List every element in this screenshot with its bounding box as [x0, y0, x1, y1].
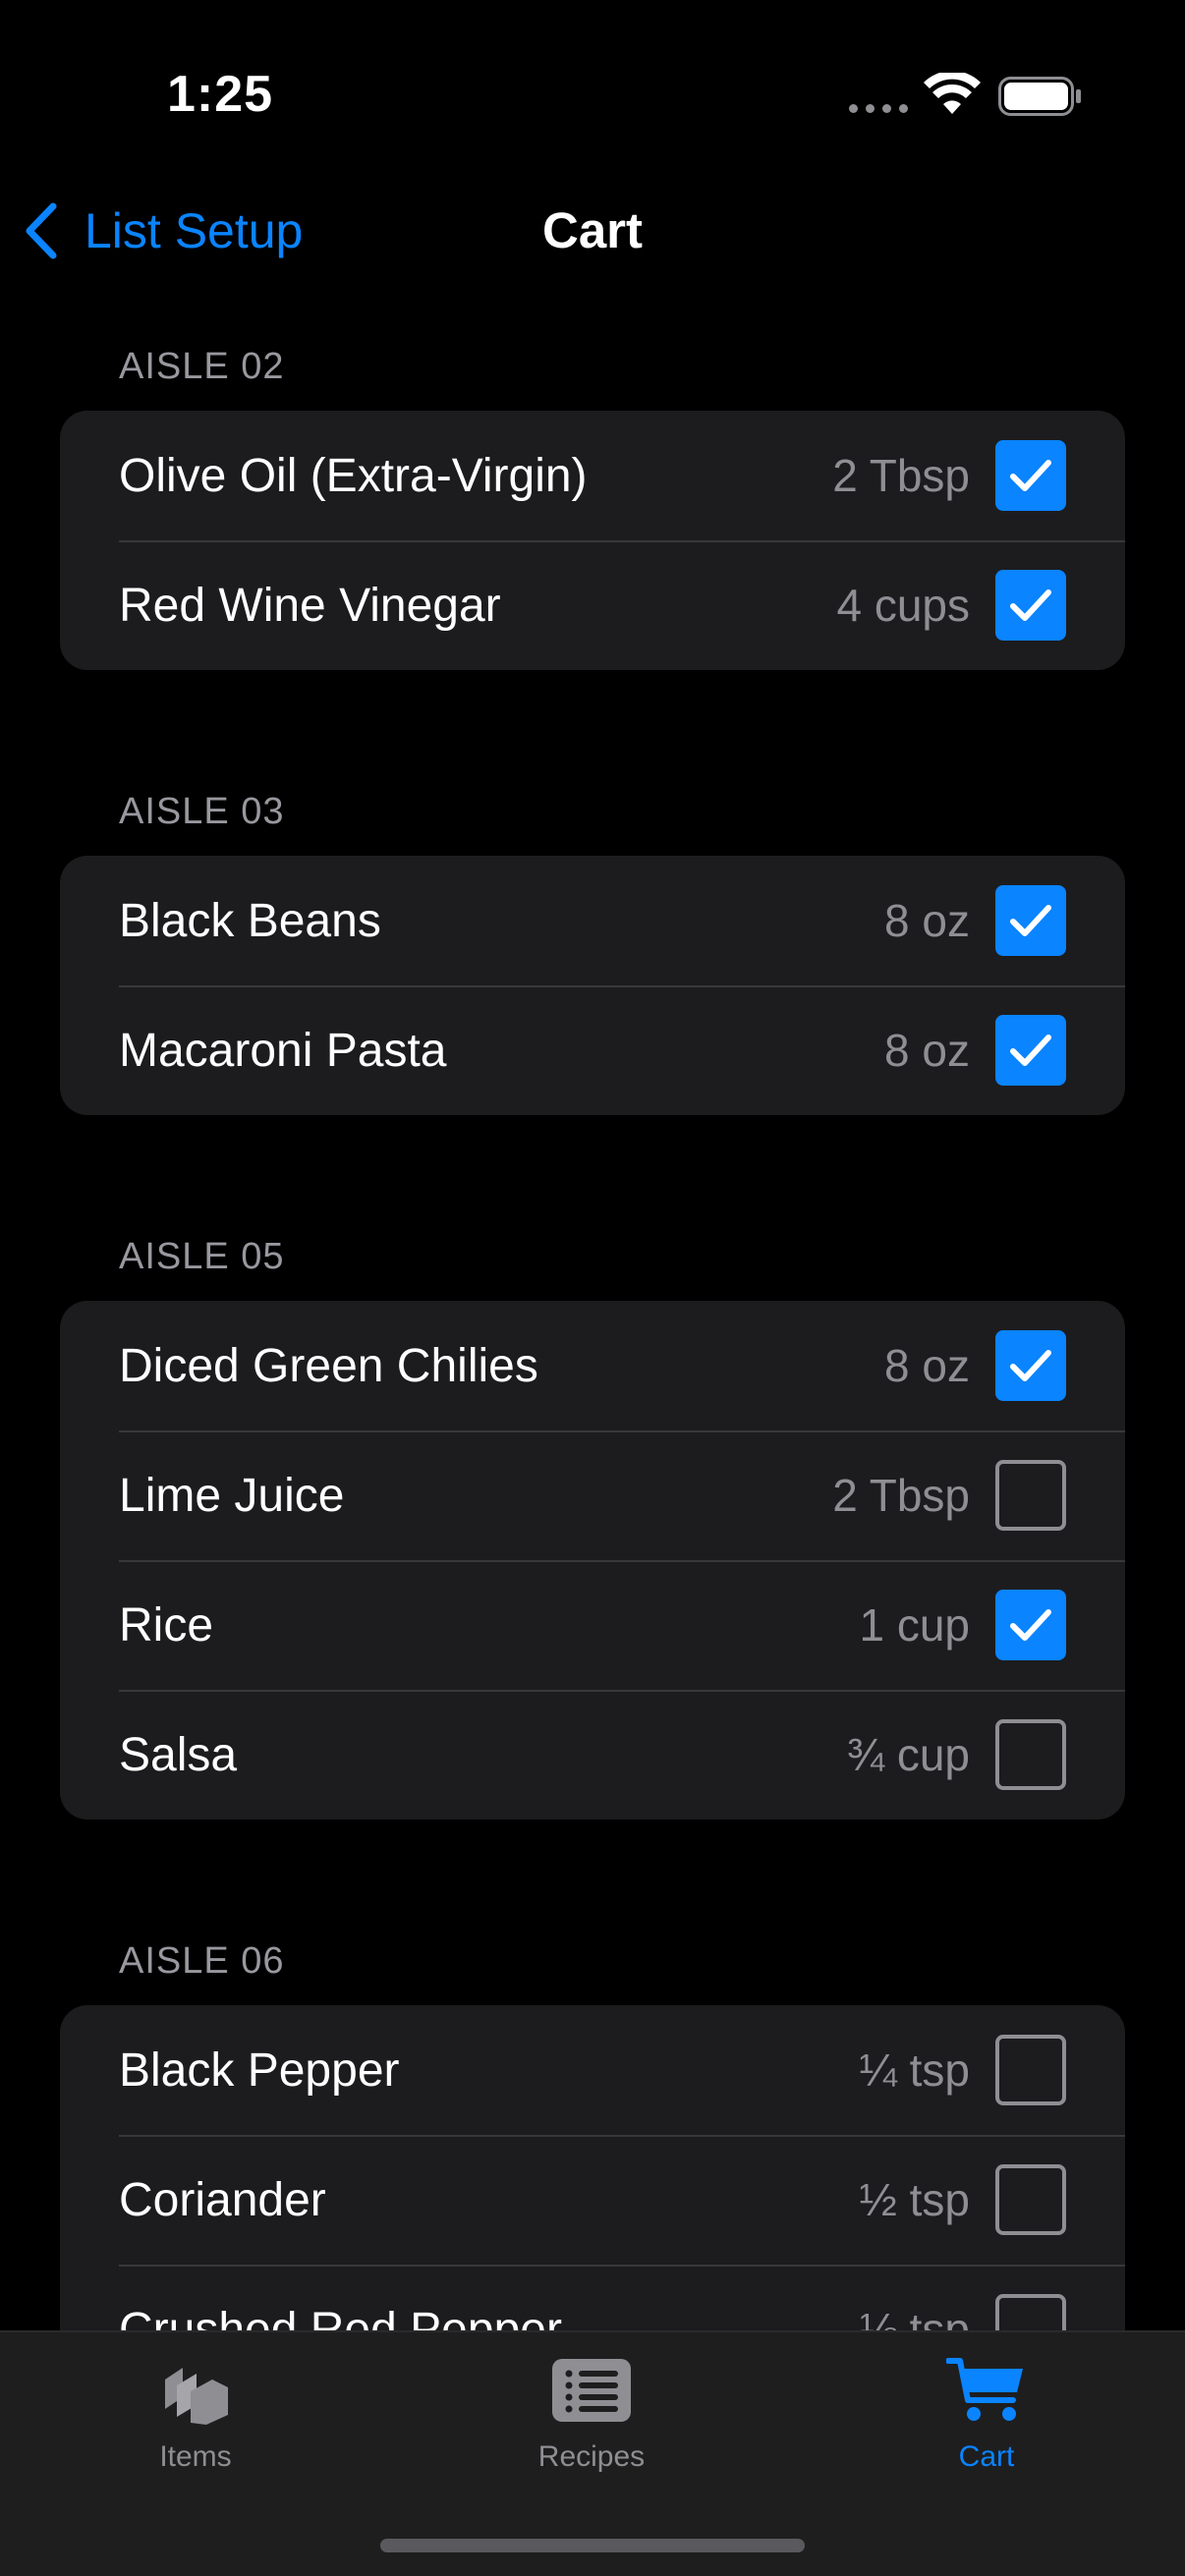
tab-recipes[interactable]: Recipes [474, 2350, 709, 2474]
item-quantity: 4 cups [836, 580, 970, 631]
checkbox[interactable] [995, 1460, 1066, 1531]
aisle-section: AISLE 03 Black Beans 8 oz Macaroni Pasta… [0, 769, 1185, 1115]
status-time: 1:25 [167, 66, 274, 123]
item-quantity: ¼ tsp [859, 2044, 970, 2096]
checkmark-icon [1010, 1350, 1051, 1381]
checkbox[interactable] [995, 1590, 1066, 1660]
checkmark-icon [1010, 460, 1051, 491]
list-item[interactable]: Macaroni Pasta 8 oz [60, 985, 1125, 1115]
item-quantity: ¾ cup [846, 1729, 970, 1780]
checkbox[interactable] [995, 1719, 1066, 1790]
tab-label: Cart [958, 2440, 1015, 2473]
item-name: Salsa [119, 1728, 238, 1781]
section-header: AISLE 03 [119, 791, 285, 832]
checkbox[interactable] [995, 2035, 1066, 2105]
tab-label: Items [159, 2440, 232, 2473]
status-bar: 1:25 [0, 0, 1185, 187]
checkbox[interactable] [995, 885, 1066, 956]
list-item[interactable]: Red Wine Vinegar 4 cups [60, 540, 1125, 670]
list-icon [552, 2359, 631, 2422]
item-name: Coriander [119, 2173, 326, 2226]
aisle-section: AISLE 06 Black Pepper ¼ tsp Coriander ½ … [0, 1919, 1185, 2394]
section-header: AISLE 05 [119, 1236, 285, 1277]
item-quantity: 8 oz [884, 895, 970, 946]
section-header: AISLE 02 [119, 346, 285, 387]
page-title: Cart [541, 202, 644, 258]
item-group: Olive Oil (Extra-Virgin) 2 Tbsp Red Wine… [60, 411, 1125, 670]
aisle-section: AISLE 05 Diced Green Chilies 8 oz Lime J… [0, 1214, 1185, 1820]
list-item[interactable]: Black Pepper ¼ tsp [60, 2005, 1125, 2135]
stack-icon [165, 2368, 228, 2425]
tab-label: Recipes [537, 2440, 646, 2473]
item-name: Macaroni Pasta [119, 1024, 447, 1077]
checkbox[interactable] [995, 1330, 1066, 1401]
checkmark-icon [1010, 1609, 1051, 1641]
list-item[interactable]: Olive Oil (Extra-Virgin) 2 Tbsp [60, 411, 1125, 540]
item-group: Black Beans 8 oz Macaroni Pasta 8 oz [60, 856, 1125, 1115]
home-indicator [380, 2539, 805, 2552]
item-name: Black Beans [119, 894, 381, 947]
list-item[interactable]: Salsa ¾ cup [60, 1690, 1125, 1820]
item-quantity: 2 Tbsp [832, 450, 970, 501]
list-item[interactable]: Black Beans 8 oz [60, 856, 1125, 985]
item-name: Rice [119, 1598, 214, 1652]
checkbox[interactable] [995, 1015, 1066, 1086]
cart-list[interactable]: AISLE 02 Olive Oil (Extra-Virgin) 2 Tbsp… [0, 324, 1185, 2394]
cart-icon [946, 2358, 1023, 2421]
battery-icon [998, 77, 1081, 116]
item-name: Lime Juice [119, 1469, 345, 1522]
item-quantity: ½ tsp [859, 2174, 970, 2225]
checkmark-icon [1010, 1035, 1051, 1066]
tab-cart[interactable]: Cart [869, 2350, 1104, 2474]
item-name: Diced Green Chilies [119, 1339, 538, 1392]
item-group: Diced Green Chilies 8 oz Lime Juice 2 Tb… [60, 1301, 1125, 1820]
checkbox[interactable] [995, 570, 1066, 641]
checkbox[interactable] [995, 2164, 1066, 2235]
item-name: Black Pepper [119, 2044, 400, 2097]
aisle-section: AISLE 02 Olive Oil (Extra-Virgin) 2 Tbsp… [0, 324, 1185, 670]
item-quantity: 1 cup [859, 1599, 970, 1651]
list-item[interactable]: Coriander ½ tsp [60, 2135, 1125, 2265]
item-quantity: 8 oz [884, 1025, 970, 1076]
cart-screen: 1:25 List Setup Cart AISLE 02 Olive Oil … [0, 0, 1185, 2576]
item-name: Red Wine Vinegar [119, 579, 501, 632]
tab-items[interactable]: Items [78, 2350, 313, 2474]
list-item[interactable]: Rice 1 cup [60, 1560, 1125, 1690]
list-item[interactable]: Lime Juice 2 Tbsp [60, 1430, 1125, 1560]
section-header: AISLE 06 [119, 1940, 285, 1982]
cellular-icon [849, 104, 908, 113]
item-quantity: 8 oz [884, 1340, 970, 1391]
checkbox[interactable] [995, 440, 1066, 511]
checkmark-icon [1010, 905, 1051, 936]
checkmark-icon [1010, 589, 1051, 621]
list-item[interactable]: Diced Green Chilies 8 oz [60, 1301, 1125, 1430]
wifi-icon [924, 73, 981, 114]
item-quantity: 2 Tbsp [832, 1470, 970, 1521]
item-name: Olive Oil (Extra-Virgin) [119, 449, 588, 502]
